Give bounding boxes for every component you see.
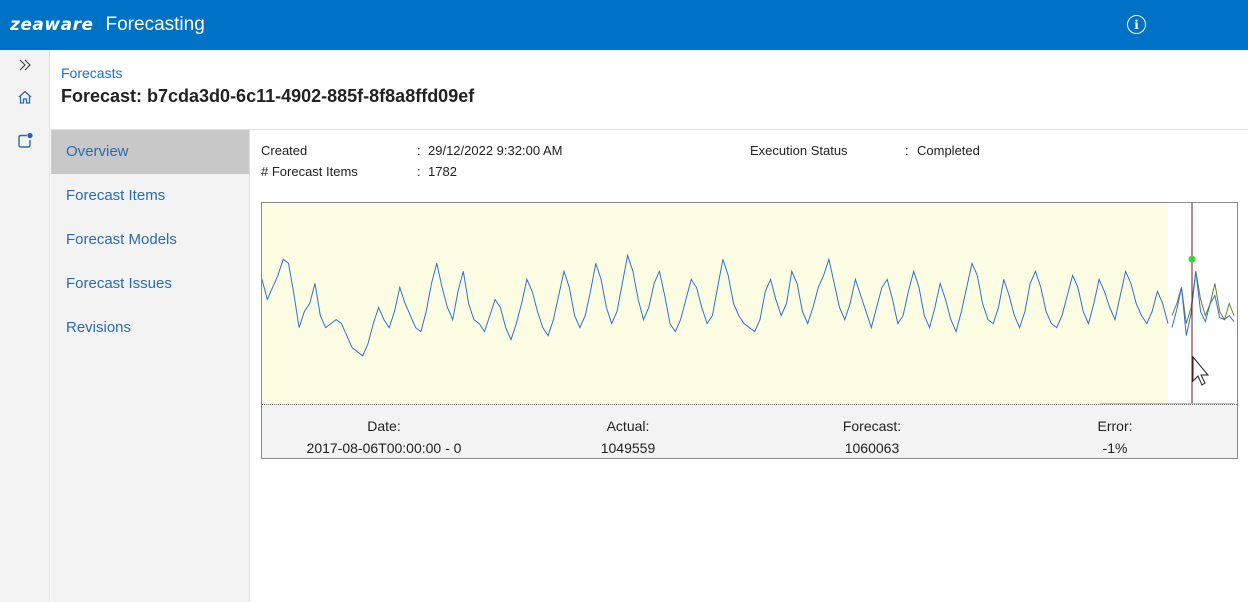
execution-status-separator: : [905,143,909,158]
double-chevron-right-icon [19,59,31,71]
section-nav: Overview Forecast Items Forecast Models … [51,130,250,602]
forecast-chart[interactable]: Date: 2017-08-06T00:00:00 - 0 Actual: 10… [261,202,1238,459]
nav-item-forecast-models[interactable]: Forecast Models [51,218,249,262]
expand-nav-button[interactable] [0,50,50,80]
execution-status-value: Completed [917,143,980,158]
highlighted-point-marker[interactable] [1188,255,1196,263]
readout-forecast: Forecast: 1060063 [772,415,972,459]
home-button[interactable] [0,82,50,112]
app-logo[interactable]: zeaware [10,15,94,35]
readout-actual-value: 1049559 [600,440,656,456]
forecast-items-separator: : [417,164,421,179]
mouse-pointer-icon [1192,355,1210,386]
top-bar: zeaware Forecasting i [0,0,1248,50]
created-separator: : [417,143,421,158]
page-title: Forecast: b7cda3d0-6c11-4902-885f-8f8a8f… [61,86,475,106]
forecast-items-label: # Forecast Items [261,164,358,179]
left-rail [0,50,50,602]
notifications-button[interactable] [0,126,50,156]
forecast-chart-plot[interactable] [262,203,1237,404]
readout-date: Date: 2017-08-06T00:00:00 - 0 [284,415,484,459]
breadcrumb-forecasts[interactable]: Forecasts [61,65,122,81]
nav-item-forecast-items[interactable]: Forecast Items [51,174,249,218]
readout-forecast-label: Forecast: [842,418,902,434]
readout-error-label: Error: [1097,418,1133,434]
actual-holdout-line [1171,271,1235,336]
page-header: Forecasts Forecast: b7cda3d0-6c11-4902-8… [51,50,1248,130]
home-icon [18,90,32,104]
readout-actual: Actual: 1049559 [528,415,728,459]
info-icon[interactable]: i [1127,15,1146,34]
readout-actual-label: Actual: [606,418,650,434]
chart-readout: Date: 2017-08-06T00:00:00 - 0 Actual: 10… [262,404,1237,458]
readout-error-value: -1% [1102,440,1128,456]
readout-error: Error: -1% [1015,415,1215,459]
forecast-items-value: 1782 [428,164,457,179]
readout-date-label: Date: [367,418,401,434]
nav-item-revisions[interactable]: Revisions [51,306,249,350]
nav-item-forecast-issues[interactable]: Forecast Issues [51,262,249,306]
created-value: 29/12/2022 9:32:00 AM [428,143,563,158]
created-label: Created [261,143,308,158]
readout-date-value: 2017-08-06T00:00:00 - 0 [306,440,462,456]
product-name: Forecasting [105,14,205,35]
nav-item-overview[interactable]: Overview [51,130,249,174]
readout-forecast-value: 1060063 [844,440,900,456]
execution-status-label: Execution Status [750,143,848,158]
notification-icon [18,132,33,148]
